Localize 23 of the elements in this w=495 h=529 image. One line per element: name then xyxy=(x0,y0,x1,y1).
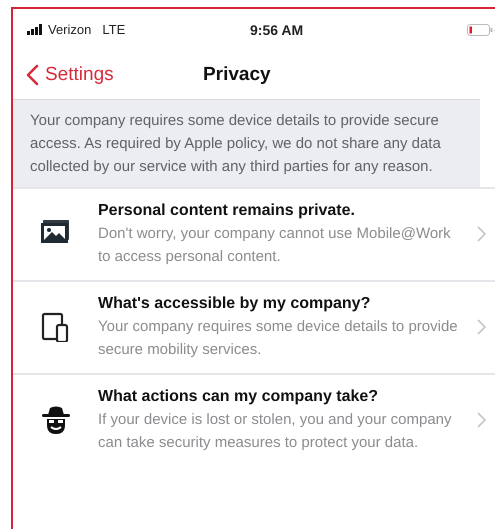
privacy-item[interactable]: What's accessible by my company? Your company requires some device details to provide secure mobility services. xyxy=(13,280,495,373)
item-title: Personal content remains private. xyxy=(98,201,356,221)
back-button[interactable]: Settings xyxy=(13,64,203,86)
item-description: Your company requires some device details to provide secure mobility services. xyxy=(98,317,459,360)
status-time: 9:56 AM xyxy=(250,22,304,38)
item-title: What actions can my company take? xyxy=(98,387,380,407)
notice-text: Your company requires some device details to provide secure access. As required by Apple policy, we do not share any data collected by our service with any third parties for any reason. xyxy=(13,99,480,187)
item-title: What's accessible by my company? xyxy=(98,294,372,314)
back-chevron-icon xyxy=(26,64,39,86)
privacy-item[interactable]: What actions can my company take? If your device is lost or stolen, you and your company can take security measures to protect your data. xyxy=(13,373,495,466)
chevron-right-icon xyxy=(477,226,486,242)
spy-icon xyxy=(40,405,70,435)
carrier-name: Verizon xyxy=(48,22,92,37)
network-type: LTE xyxy=(102,22,126,37)
chevron-right-icon xyxy=(477,319,486,335)
devices-icon xyxy=(40,312,70,342)
signal-icon xyxy=(27,24,45,35)
screen-title: Privacy xyxy=(203,64,271,86)
chevron-right-icon xyxy=(477,412,486,428)
privacy-item[interactable]: Personal content remains private. Don't worry, your company cannot use Mobile@Work to access personal content. xyxy=(13,187,495,280)
battery-icon xyxy=(467,22,495,36)
item-description: If your device is lost or stolen, you and your company can take security measures to protect your data. xyxy=(98,410,453,453)
item-description: Don't worry, your company cannot use Mobile@Work to access personal content. xyxy=(98,224,452,267)
